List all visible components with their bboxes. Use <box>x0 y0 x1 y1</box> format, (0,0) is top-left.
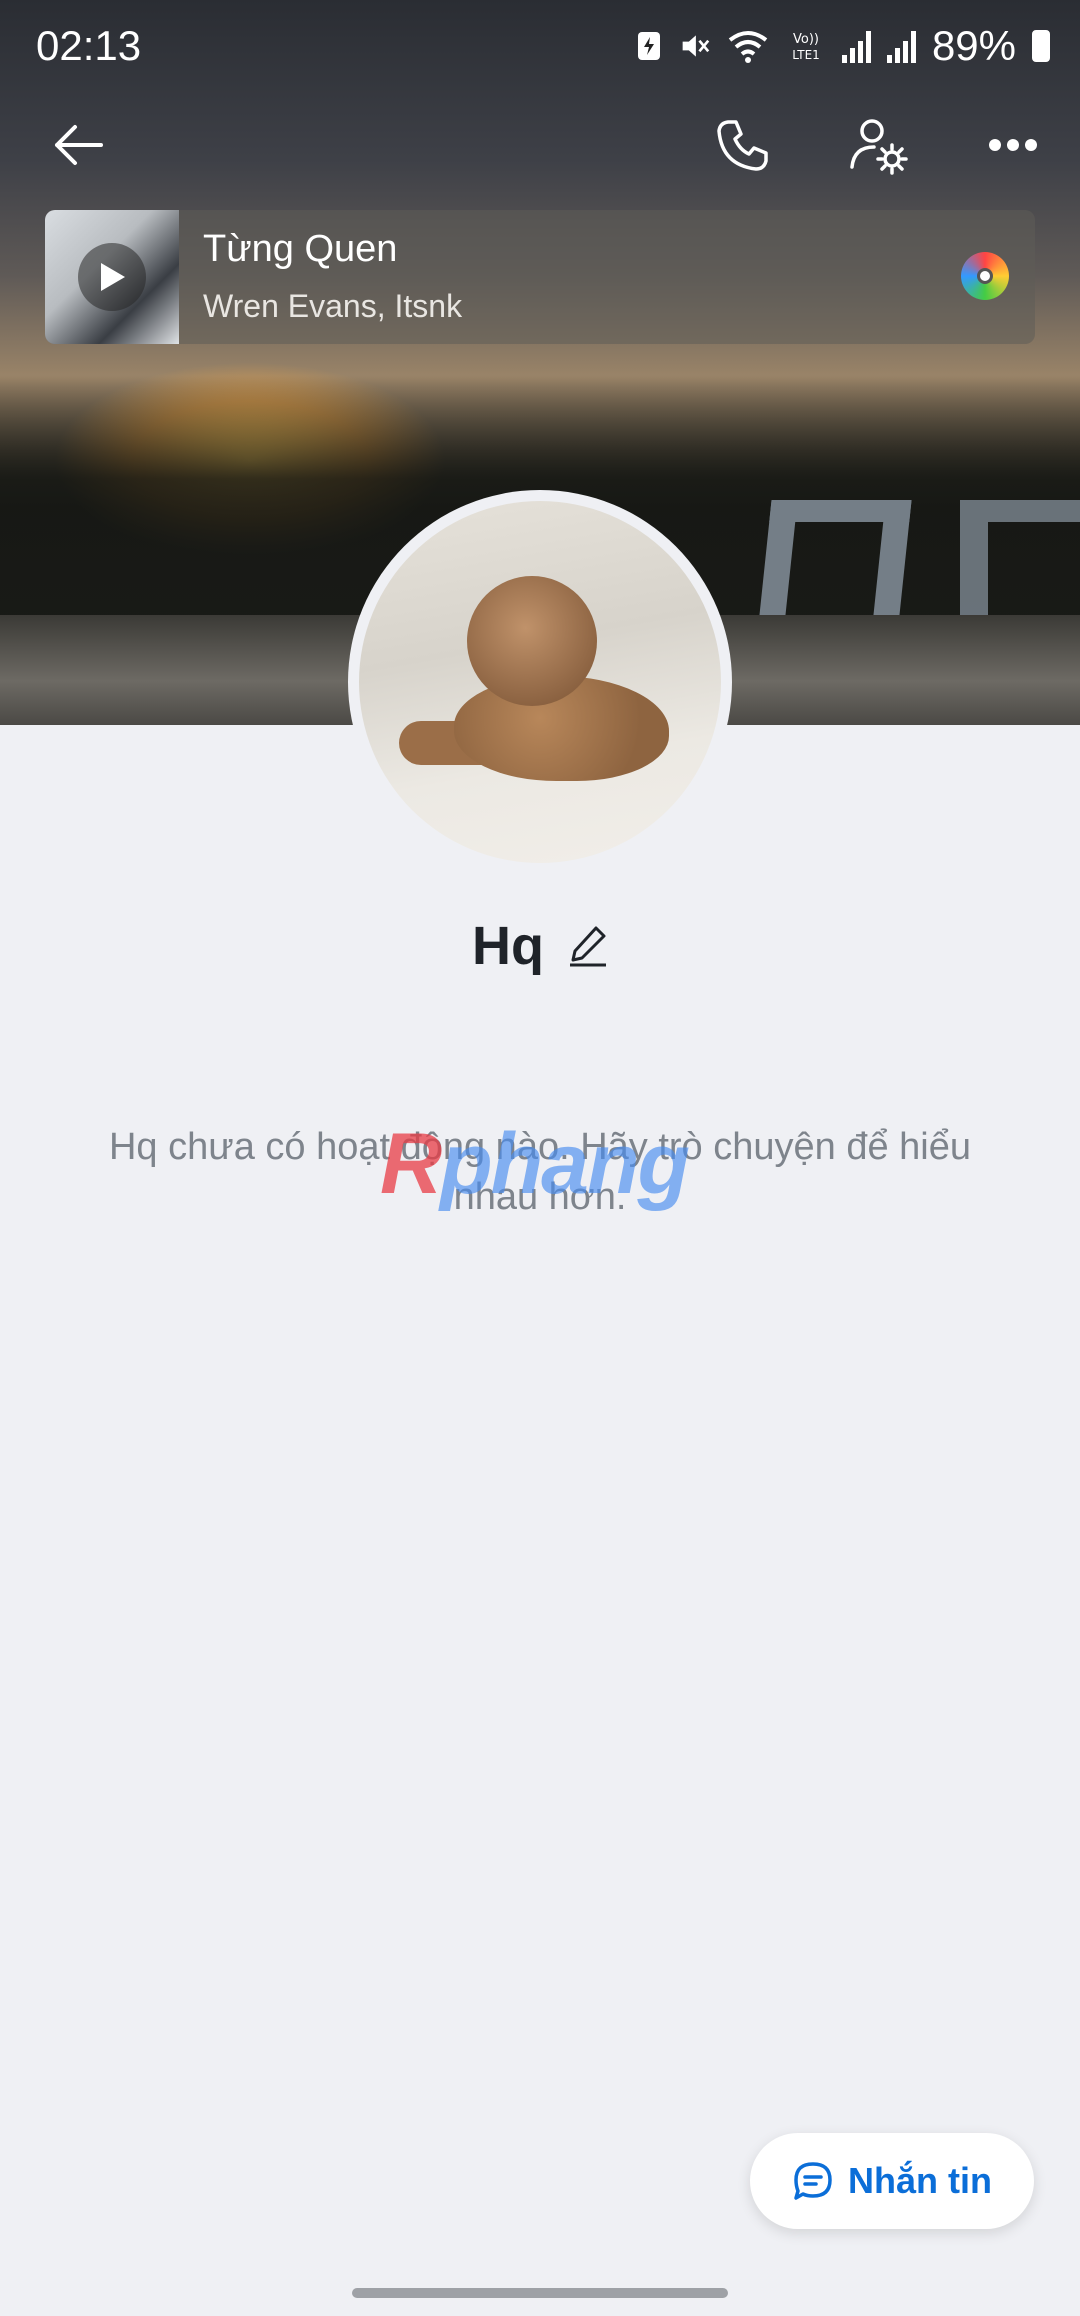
send-message-label: Nhắn tin <box>848 2160 992 2201</box>
signal-icon <box>886 29 916 63</box>
call-button[interactable] <box>698 100 788 190</box>
profile-name: Hq <box>472 916 544 976</box>
avatar[interactable] <box>348 490 732 874</box>
music-disc-icon[interactable] <box>961 252 1009 300</box>
profile-settings-button[interactable] <box>833 100 923 190</box>
chat-bubble-icon <box>794 2162 832 2200</box>
back-button[interactable] <box>33 100 123 190</box>
profile-name-row: Hq <box>0 915 1080 977</box>
svg-text:Vo)): Vo)) <box>793 32 819 47</box>
edit-name-icon[interactable] <box>568 924 608 968</box>
battery-icon <box>1032 30 1050 62</box>
dog-head <box>467 576 597 706</box>
volte-icon: Vo))LTE1 <box>792 32 820 62</box>
status-bar: 02:13 Vo)) LTE1 89% <box>0 0 1080 92</box>
phone-icon <box>717 120 768 171</box>
empty-activity-message: Hq chưa có hoạt động nào. Hãy trò chuyện… <box>108 1126 971 1218</box>
wifi-icon <box>728 31 768 63</box>
mute-icon <box>682 35 710 57</box>
user-settings-icon <box>850 119 908 175</box>
send-message-button[interactable]: Nhắn tin <box>750 2133 1034 2229</box>
play-button[interactable] <box>78 243 146 311</box>
signal-icon <box>841 29 871 63</box>
profile-music-card[interactable]: Từng Quen Wren Evans, Itsnk <box>45 210 1035 344</box>
back-arrow-icon <box>55 125 103 165</box>
play-icon <box>101 263 125 291</box>
avatar-photo <box>359 501 721 863</box>
battery-saver-icon <box>637 32 660 60</box>
song-artist: Wren Evans, Itsnk <box>203 288 463 324</box>
song-title: Từng Quen <box>203 228 398 270</box>
album-art <box>45 210 179 344</box>
home-indicator[interactable] <box>352 2288 728 2298</box>
top-bar <box>0 100 1080 190</box>
status-icons: Vo)) LTE1 89% <box>634 22 1050 70</box>
battery-percent: 89% <box>931 22 1016 69</box>
more-icon <box>989 139 1037 151</box>
more-options-button[interactable] <box>968 100 1058 190</box>
svg-text:LTE1: LTE1 <box>792 48 820 62</box>
status-time: 02:13 <box>36 22 142 69</box>
